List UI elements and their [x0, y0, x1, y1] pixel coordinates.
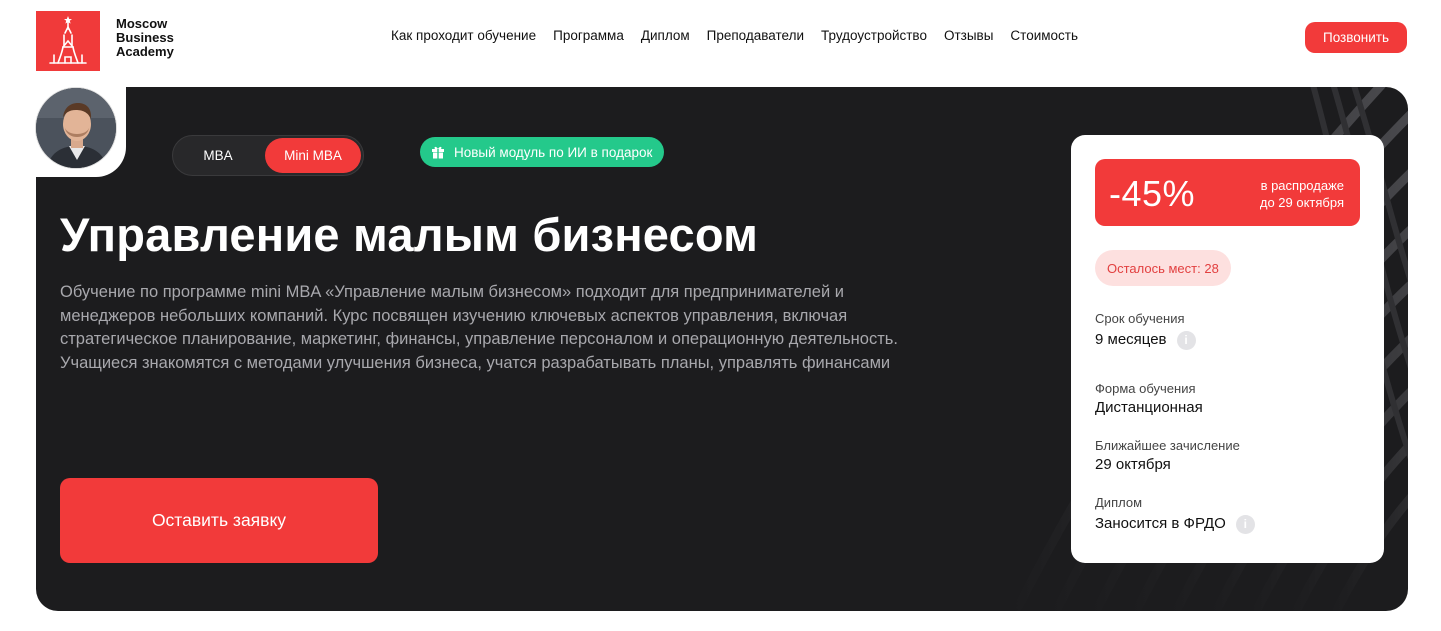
info-value: 9 месяцев i: [1095, 330, 1196, 350]
person-photo-icon: [36, 88, 116, 168]
info-duration: Срок обучения 9 месяцев i: [1095, 311, 1196, 350]
apply-button[interactable]: Оставить заявку: [60, 478, 378, 563]
info-format: Форма обучения Дистанционная: [1095, 381, 1203, 418]
call-button[interactable]: Позвонить: [1305, 22, 1407, 53]
nav-item-program[interactable]: Программа: [553, 28, 624, 43]
kremlin-logo-icon: [49, 16, 87, 64]
sale-note-line: в распродаже: [1260, 178, 1344, 193]
info-icon[interactable]: i: [1235, 514, 1255, 534]
info-label: Ближайшее зачисление: [1095, 438, 1240, 453]
discount-value: -45%: [1109, 173, 1196, 214]
toggle-option-mba[interactable]: MBA: [175, 138, 261, 173]
sale-note: в распродаже до 29 октября: [1260, 177, 1344, 211]
info-diploma: Диплом Заносится в ФРДО i: [1095, 495, 1255, 534]
info-value-text: Дистанционная: [1095, 399, 1203, 416]
info-value-text: 29 октября: [1095, 456, 1171, 473]
ai-module-badge[interactable]: Новый модуль по ИИ в подарок: [420, 137, 665, 167]
info-label: Форма обучения: [1095, 381, 1196, 396]
main-nav: Как проходит обучение Программа Диплом П…: [391, 28, 1095, 43]
info-enrollment: Ближайшее зачисление 29 октября: [1095, 438, 1240, 475]
ai-module-badge-label: Новый модуль по ИИ в подарок: [454, 144, 653, 160]
info-value-text: Заносится в ФРДО: [1095, 515, 1226, 532]
page-title: Управление малым бизнесом: [60, 208, 759, 261]
logo[interactable]: [36, 11, 100, 71]
nav-item-reviews[interactable]: Отзывы: [944, 28, 993, 43]
gift-icon: [432, 146, 444, 159]
nav-item-price[interactable]: Стоимость: [1010, 28, 1078, 43]
info-label: Диплом: [1095, 495, 1143, 510]
logo-line: Business: [116, 30, 174, 45]
logo-line: Academy: [116, 44, 174, 59]
course-info-card: -45% в распродаже до 29 октября Осталось…: [1071, 135, 1384, 563]
nav-item-teachers[interactable]: Преподаватели: [707, 28, 804, 43]
info-value: Дистанционная: [1095, 398, 1203, 418]
info-value: 29 октября: [1095, 455, 1240, 475]
seats-left-badge: Осталось мест: 28: [1095, 250, 1231, 286]
avatar: [35, 87, 117, 169]
info-label: Срок обучения: [1095, 311, 1185, 326]
logo-line: Moscow: [116, 16, 168, 31]
nav-item-how-learning[interactable]: Как проходит обучение: [391, 28, 536, 43]
info-value: Заносится в ФРДО i: [1095, 514, 1255, 534]
program-toggle: MBA Mini MBA: [172, 135, 364, 176]
logo-text: Moscow Business Academy: [116, 17, 174, 59]
info-icon[interactable]: i: [1176, 330, 1196, 350]
info-value-text: 9 месяцев: [1095, 331, 1167, 348]
course-description: Обучение по программе mini MBA «Управлен…: [60, 283, 898, 372]
sale-banner: -45% в распродаже до 29 октября: [1095, 159, 1360, 226]
nav-item-employment[interactable]: Трудоустройство: [821, 28, 927, 43]
toggle-option-mini-mba[interactable]: Mini MBA: [265, 138, 361, 173]
nav-item-diploma[interactable]: Диплом: [641, 28, 690, 43]
sale-note-line: до 29 октября: [1259, 195, 1344, 210]
